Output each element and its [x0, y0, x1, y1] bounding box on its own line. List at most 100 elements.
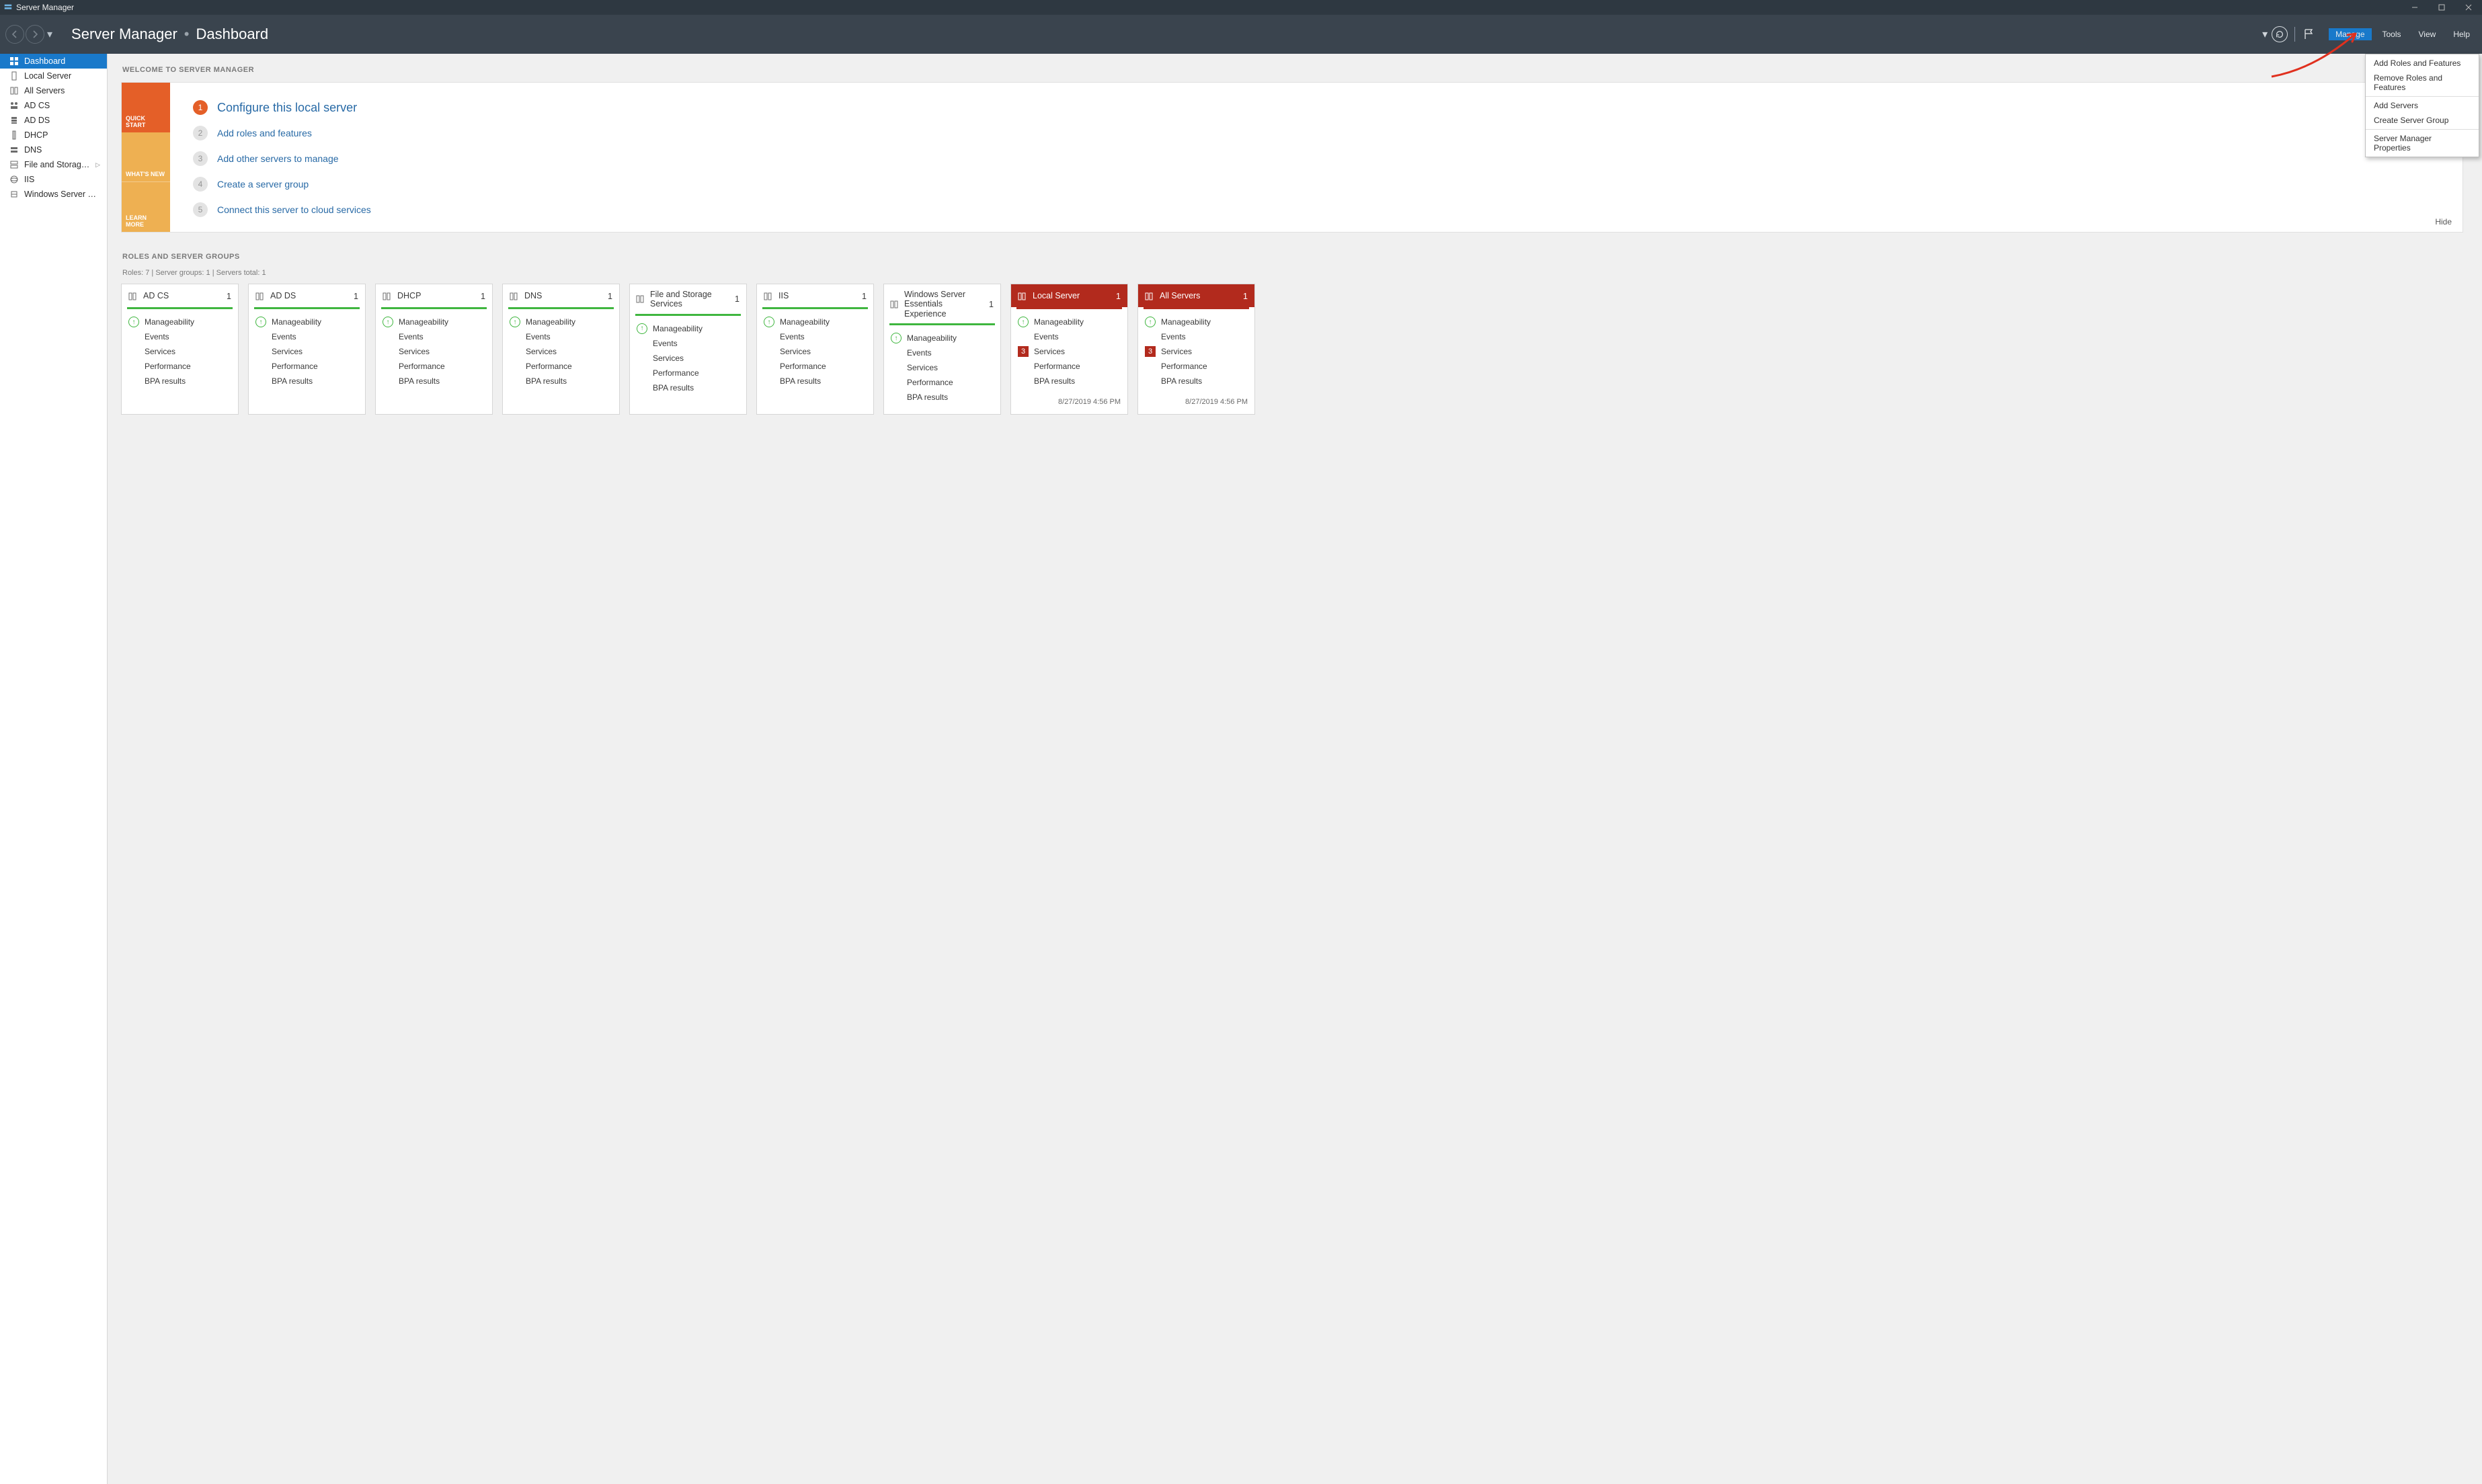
welcome-link-creategroup[interactable]: Create a server group — [217, 179, 309, 190]
sidebar-item-iis[interactable]: IIS — [0, 172, 107, 187]
tile-title: IIS — [778, 291, 789, 300]
welcome-tab-learnmore[interactable]: LEARN MORE — [122, 181, 170, 232]
minimize-button[interactable] — [2401, 0, 2428, 15]
tile-file-and-storage-services[interactable]: File and Storage Services1ManageabilityE… — [629, 284, 747, 415]
tile-row-bpa[interactable]: BPA results — [272, 376, 313, 386]
tile-row-manageability[interactable]: Manageability — [653, 324, 703, 333]
manage-menu-properties[interactable]: Server Manager Properties — [2366, 131, 2479, 155]
tile-row-manageability[interactable]: Manageability — [1161, 317, 1211, 327]
manage-menu-create-group[interactable]: Create Server Group — [2366, 113, 2479, 128]
welcome-link-configure[interactable]: Configure this local server — [217, 101, 357, 115]
tile-row-performance[interactable]: Performance — [1034, 362, 1080, 371]
tile-row-manageability[interactable]: Manageability — [145, 317, 194, 327]
welcome-link-cloud[interactable]: Connect this server to cloud services — [217, 204, 371, 215]
tile-row-events[interactable]: Events — [399, 332, 424, 341]
tile-row-services[interactable]: Services — [1161, 347, 1192, 356]
welcome-tab-quickstart[interactable]: QUICK START — [122, 83, 170, 132]
tile-row-bpa[interactable]: BPA results — [399, 376, 440, 386]
tile-row-bpa[interactable]: BPA results — [145, 376, 186, 386]
tile-timestamp: 8/27/2019 4:56 PM — [1011, 398, 1127, 411]
tile-role-icon — [127, 291, 138, 302]
nav-history-dropdown[interactable]: ▾ — [47, 28, 52, 41]
tile-ad-cs[interactable]: AD CS1ManageabilityEventsServicesPerform… — [121, 284, 239, 415]
menu-help[interactable]: Help — [2446, 28, 2477, 40]
tile-dhcp[interactable]: DHCP1ManageabilityEventsServicesPerforma… — [375, 284, 493, 415]
sidebar-item-adds[interactable]: AD DS — [0, 113, 107, 128]
tile-windows-server-essentials-experience[interactable]: Windows Server Essentials Experience1Man… — [883, 284, 1001, 415]
iis-icon — [9, 175, 19, 184]
tile-row-bpa[interactable]: BPA results — [780, 376, 821, 386]
tile-local-server[interactable]: Local Server1ManageabilityEvents3Service… — [1010, 284, 1128, 415]
tile-row-services[interactable]: Services — [1034, 347, 1065, 356]
tile-row-services[interactable]: Services — [780, 347, 811, 356]
tile-row-events[interactable]: Events — [1161, 332, 1186, 341]
sidebar-item-server[interactable]: Local Server — [0, 69, 107, 83]
chevron-down-icon[interactable]: ▾ — [2262, 28, 2268, 41]
tile-row-manageability[interactable]: Manageability — [1034, 317, 1084, 327]
maximize-button[interactable] — [2428, 0, 2455, 15]
welcome-tab-whatsnew[interactable]: WHAT'S NEW — [122, 132, 170, 182]
forward-button[interactable] — [26, 25, 44, 44]
manage-menu-add-servers[interactable]: Add Servers — [2366, 98, 2479, 113]
notifications-flag-icon[interactable] — [2302, 28, 2315, 41]
tile-all-servers[interactable]: All Servers1ManageabilityEvents3Services… — [1137, 284, 1255, 415]
tile-row-events[interactable]: Events — [145, 332, 169, 341]
manage-menu-add-roles[interactable]: Add Roles and Features — [2366, 56, 2479, 71]
welcome-link-addservers[interactable]: Add other servers to manage — [217, 153, 339, 164]
sidebar-item-adcs[interactable]: AD CS — [0, 98, 107, 113]
menu-tools[interactable]: Tools — [2376, 28, 2408, 40]
tile-row-events[interactable]: Events — [780, 332, 805, 341]
tile-row-services[interactable]: Services — [526, 347, 557, 356]
tile-row-manageability[interactable]: Manageability — [526, 317, 575, 327]
tile-row-manageability[interactable]: Manageability — [780, 317, 830, 327]
tile-row-services[interactable]: Services — [653, 354, 684, 363]
tile-row-performance[interactable]: Performance — [780, 362, 826, 371]
tile-row-performance[interactable]: Performance — [272, 362, 318, 371]
tile-row-performance[interactable]: Performance — [1161, 362, 1207, 371]
tile-dns[interactable]: DNS1ManageabilityEventsServicesPerforman… — [502, 284, 620, 415]
tile-row-events[interactable]: Events — [653, 339, 678, 348]
tile-row-performance[interactable]: Performance — [653, 368, 699, 378]
sidebar-item-dashboard[interactable]: Dashboard — [0, 54, 107, 69]
tile-row-performance[interactable]: Performance — [399, 362, 445, 371]
tile-row-events[interactable]: Events — [907, 348, 932, 358]
sidebar-item-wse[interactable]: Windows Server Essenti... — [0, 187, 107, 202]
tile-row-services[interactable]: Services — [907, 363, 938, 372]
welcome-link-addroles[interactable]: Add roles and features — [217, 128, 312, 138]
tile-row-manageability[interactable]: Manageability — [907, 333, 957, 343]
menu-manage[interactable]: Manage — [2329, 28, 2371, 40]
sidebar: DashboardLocal ServerAll ServersAD CSAD … — [0, 54, 108, 1484]
tile-row-events[interactable]: Events — [526, 332, 551, 341]
sidebar-item-dhcp[interactable]: DHCP — [0, 128, 107, 142]
close-button[interactable] — [2455, 0, 2482, 15]
tile-count: 1 — [608, 292, 612, 301]
dhcp-icon — [9, 130, 19, 140]
refresh-button[interactable] — [2272, 26, 2288, 42]
manage-menu-remove-roles[interactable]: Remove Roles and Features — [2366, 71, 2479, 95]
tile-row-bpa[interactable]: BPA results — [1034, 376, 1075, 386]
tile-ad-ds[interactable]: AD DS1ManageabilityEventsServicesPerform… — [248, 284, 366, 415]
tile-row-manageability[interactable]: Manageability — [272, 317, 321, 327]
tile-row-events[interactable]: Events — [272, 332, 296, 341]
tile-row-performance[interactable]: Performance — [145, 362, 191, 371]
menu-view[interactable]: View — [2412, 28, 2443, 40]
tile-row-manageability[interactable]: Manageability — [399, 317, 448, 327]
tile-row-services[interactable]: Services — [399, 347, 430, 356]
tile-row-bpa[interactable]: BPA results — [526, 376, 567, 386]
tile-row-performance[interactable]: Performance — [907, 378, 953, 387]
tile-iis[interactable]: IIS1ManageabilityEventsServicesPerforman… — [756, 284, 874, 415]
tile-row-bpa[interactable]: BPA results — [1161, 376, 1202, 386]
tile-role-icon — [254, 291, 265, 302]
sidebar-item-dns[interactable]: DNS — [0, 142, 107, 157]
sidebar-item-storage[interactable]: File and Storage Services▷ — [0, 157, 107, 172]
back-button[interactable] — [5, 25, 24, 44]
welcome-hide-link[interactable]: Hide — [2435, 217, 2452, 226]
sidebar-item-servers[interactable]: All Servers — [0, 83, 107, 98]
tile-row-services[interactable]: Services — [145, 347, 175, 356]
tile-row-performance[interactable]: Performance — [526, 362, 572, 371]
tile-row-bpa[interactable]: BPA results — [907, 393, 948, 402]
tile-row-services[interactable]: Services — [272, 347, 303, 356]
tile-row-events[interactable]: Events — [1034, 332, 1059, 341]
tile-row-bpa[interactable]: BPA results — [653, 383, 694, 393]
window-title: Server Manager — [16, 3, 2401, 12]
